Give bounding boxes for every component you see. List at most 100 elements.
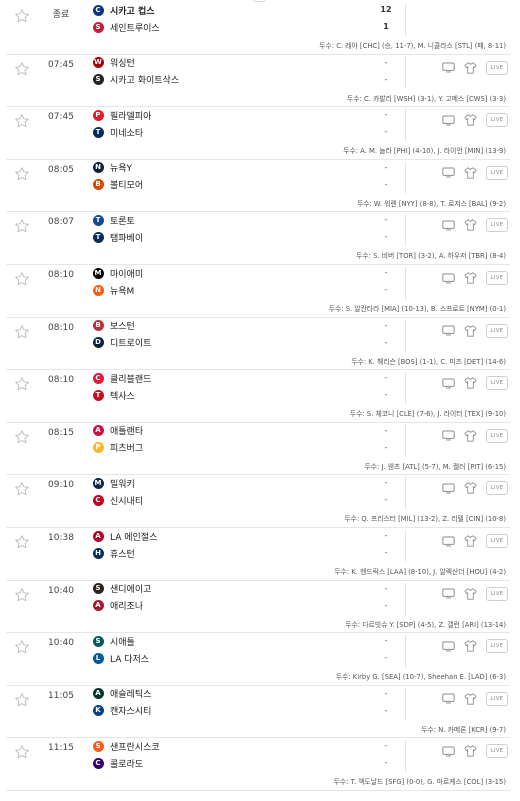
team-home[interactable]: D 디트로이트: [92, 335, 151, 351]
team-away[interactable]: A LA 에인절스: [92, 528, 157, 544]
game-row[interactable]: 07:45 P 필라델피아 T 미네소타 - - LIVE 두수: A. M. …: [6, 107, 510, 160]
game-row[interactable]: 10:40 S 시애틀 L LA 다저스 - - LIVE 두수: Kirby …: [6, 633, 510, 686]
game-row[interactable]: 08:07 T 토론토 T 탬파베이 - - LIVE 두수: S. 비버 [T…: [6, 212, 510, 265]
team-home[interactable]: P 피츠버그: [92, 440, 143, 456]
live-button[interactable]: LIVE: [486, 165, 508, 180]
game-row[interactable]: 08:10 M 마이애미 N 뉴욕M - - LIVE 두수: S. 알칸타라 …: [6, 265, 510, 318]
team-home[interactable]: N 뉴욕M: [92, 282, 134, 298]
star-icon[interactable]: [14, 692, 30, 708]
game-row[interactable]: 11:15 S 샌프란시스코 C 콜로라도 - - LIVE 두수: T. 맥도…: [6, 738, 510, 791]
team-away[interactable]: S 시애틀: [92, 633, 135, 649]
star-icon[interactable]: [14, 587, 30, 603]
team-away[interactable]: S 샌프란시스코: [92, 738, 160, 754]
team-home[interactable]: T 텍사스: [92, 387, 135, 403]
team-home[interactable]: K 캔자스시티: [92, 703, 151, 719]
jersey-icon[interactable]: [464, 640, 478, 652]
jersey-icon[interactable]: [464, 272, 478, 284]
star-icon[interactable]: [14, 639, 30, 655]
live-button[interactable]: LIVE: [486, 744, 508, 759]
team-away[interactable]: S 샌디에이고: [92, 581, 151, 597]
tv-icon[interactable]: [442, 588, 456, 600]
game-row[interactable]: 종료 C 시카고 컵스 S 세인트루이스 12 1 두수: C. 레아 [CHC…: [6, 2, 510, 55]
live-button[interactable]: LIVE: [486, 113, 508, 128]
team-away[interactable]: A 애슬레틱스: [92, 686, 151, 702]
star-icon[interactable]: [14, 481, 30, 497]
jersey-icon[interactable]: [464, 587, 478, 600]
team-home[interactable]: S 세인트루이스: [92, 19, 160, 35]
game-row[interactable]: 08:10 B 보스턴 D 디트로이트 - - LIVE 두수: K. 해리슨 …: [6, 318, 510, 371]
game-row[interactable]: 08:15 A 애틀랜타 P 피츠버그 - - LIVE 두수: J. 웬츠 […: [6, 423, 510, 476]
team-home[interactable]: T 탬파베이: [92, 229, 143, 245]
jersey-icon[interactable]: [464, 61, 478, 74]
team-home[interactable]: B 볼티모어: [92, 177, 143, 193]
team-away[interactable]: A 애틀랜타: [92, 423, 143, 439]
star-icon[interactable]: [14, 429, 30, 445]
tv-icon[interactable]: [442, 535, 456, 547]
tv-icon[interactable]: [442, 640, 456, 652]
team-away[interactable]: B 보스턴: [92, 318, 135, 334]
jersey-icon[interactable]: [464, 535, 478, 547]
game-row[interactable]: 09:10 M 밀워키 C 신시내티 - - LIVE 두수: Q. 프리스터 …: [6, 475, 510, 528]
tv-icon[interactable]: [442, 219, 456, 231]
tv-icon[interactable]: [442, 745, 456, 757]
tv-icon[interactable]: [442, 114, 456, 126]
star-icon[interactable]: [14, 744, 30, 760]
star-icon[interactable]: [14, 166, 30, 182]
jersey-icon[interactable]: [464, 167, 478, 179]
star-icon[interactable]: [14, 376, 30, 392]
team-home[interactable]: C 신시내티: [92, 492, 143, 508]
team-away[interactable]: M 마이애미: [92, 265, 143, 281]
jersey-icon[interactable]: [464, 745, 478, 758]
star-icon[interactable]: [14, 218, 30, 234]
live-button[interactable]: LIVE: [486, 376, 508, 391]
live-button[interactable]: LIVE: [486, 323, 508, 338]
team-away[interactable]: C 시카고 컵스: [92, 2, 155, 18]
live-button[interactable]: LIVE: [486, 586, 508, 601]
star-icon[interactable]: [14, 8, 30, 24]
live-button[interactable]: LIVE: [486, 639, 508, 654]
team-home[interactable]: C 콜로라도: [92, 755, 143, 771]
star-icon[interactable]: [14, 113, 30, 129]
tv-icon[interactable]: [442, 167, 456, 179]
team-away[interactable]: C 클리블랜드: [92, 370, 151, 386]
team-away[interactable]: M 밀워키: [92, 475, 135, 491]
tv-icon[interactable]: [442, 272, 456, 284]
star-icon[interactable]: [14, 324, 30, 340]
tv-icon[interactable]: [442, 430, 456, 442]
jersey-icon[interactable]: [464, 219, 478, 232]
team-home[interactable]: A 애리조나: [92, 598, 143, 614]
jersey-icon[interactable]: [464, 430, 478, 442]
game-row[interactable]: 11:05 A 애슬레틱스 K 캔자스시티 - - LIVE 두수: N. 카메…: [6, 686, 510, 739]
team-away[interactable]: N 뉴욕Y: [92, 160, 132, 176]
live-button[interactable]: LIVE: [486, 481, 508, 496]
jersey-icon[interactable]: [464, 114, 478, 126]
tv-icon[interactable]: [442, 482, 456, 494]
live-button[interactable]: LIVE: [486, 534, 508, 548]
star-icon[interactable]: [14, 534, 30, 550]
tv-icon[interactable]: [442, 62, 456, 74]
tv-icon[interactable]: [442, 377, 456, 389]
team-home[interactable]: S 시카고 화이트삭스: [92, 72, 179, 88]
game-row[interactable]: 08:10 C 클리블랜드 T 텍사스 - - LIVE 두수: S. 체코니 …: [6, 370, 510, 423]
game-row[interactable]: 10:40 S 샌디에이고 A 애리조나 - - LIVE 두수: 다르빗슈 Y…: [6, 581, 510, 634]
team-away[interactable]: W 워싱턴: [92, 55, 135, 71]
team-away[interactable]: T 토론토: [92, 212, 135, 228]
live-button[interactable]: LIVE: [486, 60, 508, 75]
jersey-icon[interactable]: [464, 482, 478, 495]
team-home[interactable]: H 휴스턴: [92, 545, 135, 561]
star-icon[interactable]: [14, 271, 30, 287]
live-button[interactable]: LIVE: [486, 218, 508, 233]
jersey-icon[interactable]: [464, 693, 478, 705]
team-home[interactable]: L LA 다저스: [92, 650, 149, 666]
game-row[interactable]: 10:38 A LA 에인절스 H 휴스턴 - - LIVE 두수: K. 헨드…: [6, 528, 510, 581]
live-button[interactable]: LIVE: [486, 428, 508, 443]
jersey-icon[interactable]: [464, 324, 478, 337]
team-away[interactable]: P 필라델피아: [92, 107, 151, 123]
tv-icon[interactable]: [442, 693, 456, 705]
live-button[interactable]: LIVE: [486, 271, 508, 285]
team-home[interactable]: T 미네소타: [92, 124, 143, 140]
game-row[interactable]: 08:05 N 뉴욕Y B 볼티모어 - - LIVE 두수: W. 워렌 [N…: [6, 160, 510, 213]
live-button[interactable]: LIVE: [486, 691, 508, 706]
game-row[interactable]: 07:45 W 워싱턴 S 시카고 화이트삭스 - - LIVE 두수: C. …: [6, 55, 510, 108]
tv-icon[interactable]: [442, 325, 456, 337]
